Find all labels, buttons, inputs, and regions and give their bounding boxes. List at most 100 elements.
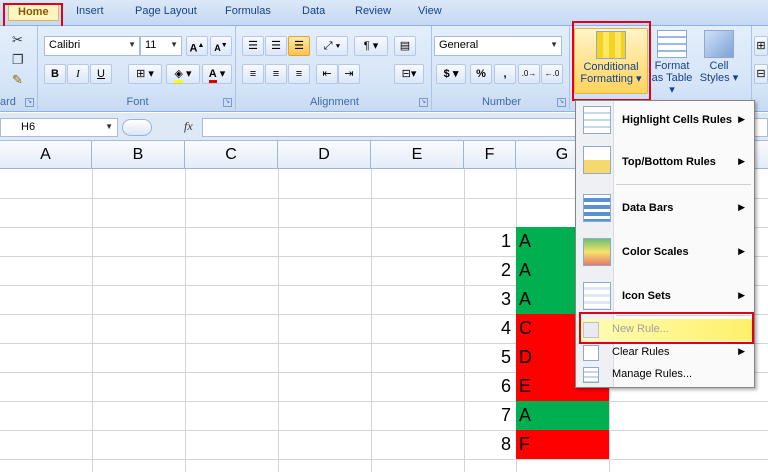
decrease-decimal-button[interactable]: ←.0	[541, 64, 563, 84]
tab-formulas[interactable]: Formulas	[225, 5, 271, 17]
font-launcher-icon[interactable]: ↘	[223, 98, 232, 107]
font-group-label: Font	[126, 96, 149, 108]
column-header-b[interactable]: B	[92, 141, 185, 169]
comma-button[interactable]: ,	[494, 64, 516, 84]
delete-cells-icon[interactable]: ⊟	[754, 64, 768, 84]
cell-styles-button[interactable]: Cell Styles ▾	[696, 28, 742, 94]
top-bottom-icon	[583, 146, 611, 174]
tab-view[interactable]: View	[418, 5, 442, 17]
cell-f5[interactable]: 5	[466, 347, 514, 368]
tab-data[interactable]: Data	[302, 5, 325, 17]
cell-f1[interactable]: 1	[466, 231, 514, 252]
format-painter-icon[interactable]: ✎	[12, 72, 23, 88]
merge-center-button[interactable]: ⊟▾	[394, 64, 424, 84]
highlight-box-new-rule	[579, 312, 754, 344]
align-right-button[interactable]: ≡	[288, 64, 310, 84]
menu-item-clear-rules[interactable]: Clear Rules ▶	[578, 342, 753, 364]
grow-font-button[interactable]: A▲	[186, 36, 208, 56]
orientation-button[interactable]: ⤢ ▾	[316, 36, 348, 56]
cell-g7[interactable]: A	[516, 401, 609, 430]
column-header-a[interactable]: A	[0, 141, 92, 169]
tab-insert[interactable]: Insert	[76, 5, 104, 17]
menu-item-color-scales[interactable]: Color Scales ▶	[578, 235, 753, 269]
number-launcher-icon[interactable]: ↘	[557, 98, 566, 107]
number-group-label: Number	[481, 96, 522, 108]
tab-review[interactable]: Review	[355, 5, 391, 17]
alignment-group-label: Alignment	[310, 96, 359, 108]
cell-f2[interactable]: 2	[466, 260, 514, 281]
formula-bar-resize-handle[interactable]	[122, 119, 152, 136]
increase-decimal-button[interactable]: .0→	[518, 64, 540, 84]
increase-indent-button[interactable]: ⇥	[338, 64, 360, 84]
align-bottom-button[interactable]: ☰	[288, 36, 310, 56]
menu-label: Color Scales	[622, 246, 689, 258]
wrap-text-button[interactable]: ¶ ▾	[354, 36, 388, 56]
clear-rules-icon	[583, 345, 599, 361]
number-group: General ▼ $ ▾ % , .0→ ←.0 Number ↘	[434, 26, 570, 110]
align-middle-button[interactable]: ☰	[265, 36, 287, 56]
cell-styles-label-2: Styles ▾	[699, 72, 739, 84]
percent-button[interactable]: %	[470, 64, 492, 84]
cell-f3[interactable]: 3	[466, 289, 514, 310]
chevron-right-icon: ▶	[738, 290, 745, 300]
menu-item-icon-sets[interactable]: Icon Sets ▶	[578, 279, 753, 313]
column-header-f[interactable]: F	[464, 141, 516, 169]
cell-f7[interactable]: 7	[466, 405, 514, 426]
menu-label: Top/Bottom Rules	[622, 156, 716, 168]
italic-button[interactable]: I	[67, 64, 89, 84]
wrap-icon[interactable]: ▤	[394, 36, 416, 56]
cell-f8[interactable]: 8	[466, 434, 514, 455]
fill-color-button[interactable]: ◈ ▾	[166, 64, 200, 84]
insert-function-icon[interactable]: fx	[184, 119, 193, 134]
chevron-right-icon: ▶	[738, 346, 745, 356]
gridline	[464, 169, 465, 472]
cut-icon[interactable]: ✂	[12, 32, 23, 48]
cell-f6[interactable]: 6	[466, 376, 514, 397]
menu-item-data-bars[interactable]: Data Bars ▶	[578, 191, 753, 225]
cell-g8[interactable]: F	[516, 430, 609, 459]
name-box[interactable]: H6 ▼	[0, 118, 118, 137]
color-scales-icon	[583, 238, 611, 266]
cell-f4[interactable]: 4	[466, 318, 514, 339]
number-format-combo[interactable]: General ▼	[434, 36, 562, 56]
insert-cells-icon[interactable]: ⊞	[754, 36, 768, 56]
column-header-c[interactable]: C	[185, 141, 278, 169]
highlight-box-conditional-formatting	[572, 21, 651, 101]
currency-label: $	[443, 68, 450, 80]
manage-rules-icon	[583, 367, 599, 383]
underline-button[interactable]: U	[90, 64, 112, 84]
font-size-combo[interactable]: 11 ▼	[140, 36, 182, 56]
align-left-button[interactable]: ≡	[242, 64, 264, 84]
gridline	[92, 169, 93, 472]
format-as-table-label-2: as Table ▾	[651, 72, 693, 96]
font-color-button[interactable]: A ▾	[202, 64, 232, 84]
align-center-button[interactable]: ≡	[265, 64, 287, 84]
font-name-combo[interactable]: Calibri ▼	[44, 36, 140, 56]
borders-button[interactable]: ⊞ ▾	[128, 64, 162, 84]
font-size-value: 11	[145, 39, 157, 51]
menu-label: Manage Rules...	[612, 368, 693, 380]
gridline	[185, 169, 186, 472]
menu-item-highlight-cells-rules[interactable]: Highlight Cells Rules ▶	[578, 103, 753, 137]
format-as-table-label-1: Format	[654, 60, 690, 72]
copy-icon[interactable]: ❐	[12, 52, 24, 68]
ribbon-tab-bar: Home Insert Page Layout Formulas Data Re…	[0, 0, 768, 26]
currency-button[interactable]: $ ▾	[436, 64, 466, 84]
gridline	[278, 169, 279, 472]
align-top-button[interactable]: ☰	[242, 36, 264, 56]
decrease-indent-button[interactable]: ⇤	[316, 64, 338, 84]
format-as-table-icon	[657, 30, 687, 58]
tab-page-layout[interactable]: Page Layout	[135, 5, 197, 17]
menu-label: Data Bars	[622, 202, 674, 214]
menu-item-manage-rules[interactable]: Manage Rules...	[578, 364, 753, 386]
clipboard-launcher-icon[interactable]: ↘	[25, 98, 34, 107]
column-header-e[interactable]: E	[371, 141, 464, 169]
column-header-d[interactable]: D	[278, 141, 371, 169]
shrink-font-button[interactable]: A▼	[210, 36, 232, 56]
gridline	[0, 459, 768, 460]
chevron-right-icon: ▶	[738, 202, 745, 212]
menu-item-top-bottom-rules[interactable]: Top/Bottom Rules ▶	[578, 143, 753, 177]
alignment-launcher-icon[interactable]: ↘	[419, 98, 428, 107]
bold-button[interactable]: B	[44, 64, 66, 84]
format-as-table-button[interactable]: Format as Table ▾	[648, 28, 696, 96]
